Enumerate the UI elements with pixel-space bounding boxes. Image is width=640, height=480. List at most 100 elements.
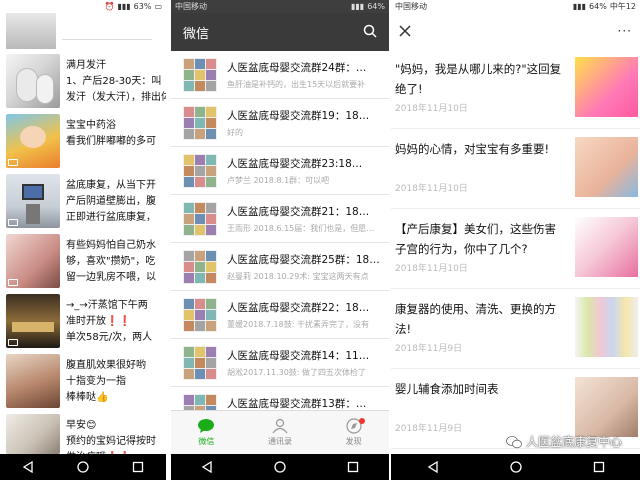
moment-post[interactable]: 腹直肌效果很好哟 十指变为一指 棒棒哒👍 <box>0 352 166 410</box>
article-date: 2018年11月9日 <box>395 424 463 434</box>
group-avatar <box>183 298 217 332</box>
back-button[interactable] <box>21 460 35 474</box>
post-text: 盆底康复，从当下开 产后阴道壁膨出，腹 正即进行盆底康复， <box>66 180 156 223</box>
post-text: 满月发汗 1、产后28-30天：叫 发汗（发大汗），排出体内 <box>66 60 166 103</box>
post-image <box>6 354 60 408</box>
article-list-panel: 中国移动 ▮▮▮ 64% 中午12 ··· "妈妈，我是从哪儿来的?"这回复绝了… <box>391 0 640 480</box>
chat-last-message: 鱼肝油是补钙的，出生15天以后就要补 <box>227 80 366 89</box>
article-title: 婴儿辅食添加时间表 <box>395 382 499 396</box>
article-item[interactable]: 妈妈的心情，对宝宝有多重要! 2018年11月10日 <box>391 129 640 209</box>
chat-row[interactable]: 人医盆底母婴交流群24群：… 鱼肝油是补钙的，出生15天以后就要补 <box>171 51 389 99</box>
video-icon <box>8 159 18 166</box>
home-button[interactable] <box>509 460 523 474</box>
contacts-icon <box>272 418 288 434</box>
video-icon <box>8 219 18 226</box>
close-icon[interactable] <box>399 22 411 41</box>
article-date: 2018年11月10日 <box>395 264 468 274</box>
moment-post[interactable]: 满月发汗 1、产后28-30天：叫 发汗（发大汗），排出体内 <box>0 52 166 110</box>
moment-post[interactable]: 有些妈妈怕自己奶水 够，喜欢"攒奶"，吃 留一边乳房不喂，以 <box>0 232 166 290</box>
post-text: 宝宝中药浴 看我们胖嘟嘟的多可 <box>66 120 156 147</box>
wechat-chat-list-panel: 中国移动 ▮▮▮ 64% 微信 人医盆底母婴交流群24群：… 鱼肝油是补钙的，出生… <box>171 0 389 480</box>
signal-icon: ▮▮▮ <box>572 2 587 11</box>
article-date: 2018年11月9日 <box>395 344 463 354</box>
group-avatar <box>183 346 217 380</box>
panel-separator <box>166 0 169 480</box>
group-avatar <box>183 202 217 236</box>
tab-contacts[interactable]: 通讯录 <box>268 418 292 447</box>
carrier-label: 中国移动 <box>395 2 427 11</box>
chat-last-message: 董媛2018.7.18鼓: 干扰素弄完了，没有 <box>227 320 369 329</box>
chat-name: 人医盆底母婴交流群14：11… <box>227 350 370 362</box>
divider <box>62 39 152 45</box>
app-header: 微信 <box>171 13 389 51</box>
video-icon <box>8 279 18 286</box>
alarm-icon: ⏰ <box>104 2 115 11</box>
more-options-icon[interactable]: ··· <box>618 24 632 38</box>
moment-post[interactable]: →_→汗蒸馆下午两 准时开放❗❗ 单次58元/次，两人 <box>0 292 166 350</box>
chat-name: 人医盆底母婴交流群13群：… <box>227 398 367 410</box>
video-icon <box>8 339 18 346</box>
post-image <box>6 13 56 49</box>
post-text: →_→汗蒸馆下午两 准时开放❗❗ 单次58元/次，两人 <box>66 300 153 343</box>
tab-discover[interactable]: 发现 <box>345 418 365 447</box>
chat-name: 人医盆底母婴交流群24群：… <box>227 62 367 74</box>
chat-row[interactable]: 人医盆底母婴交流群14：11… 胡淞2017.11.30鼓: 做了四五次体检了 <box>171 339 389 387</box>
article-title: 康复器的使用、清洗、更换的方法! <box>395 302 556 336</box>
wechat-logo-icon <box>506 435 522 448</box>
back-button[interactable] <box>200 460 214 474</box>
signal-icon: ▮▮▮ <box>351 2 365 11</box>
chat-name: 人医盆底母婴交流群22：18… <box>227 302 370 314</box>
article-title: "妈妈，我是从哪儿来的?"这回复绝了! <box>395 62 562 96</box>
watermark: 人医盆底康复中心 <box>506 433 622 450</box>
article-thumbnail <box>575 377 638 437</box>
notification-dot <box>358 418 365 424</box>
recents-button[interactable] <box>592 460 606 474</box>
chat-last-message: 胡淞2017.11.30鼓: 做了四五次体检了 <box>227 368 367 377</box>
chat-row[interactable]: 人医盆底母婴交流群19：18… 好的 <box>171 99 389 147</box>
status-bar: 中国移动 ▮▮▮ 64% 中午12 <box>391 0 640 13</box>
chat-row[interactable]: 人医盆底母婴交流群25群：18… 赵曼莉 2018.10.29术: 宝宝这两天有点 <box>171 243 389 291</box>
post-text: 有些妈妈怕自己奶水 够，喜欢"攒奶"，吃 留一边乳房不喂，以 <box>66 240 156 283</box>
recents-button[interactable] <box>346 460 360 474</box>
moment-post[interactable]: 盆底康复，从当下开 产后阴道壁膨出，腹 正即进行盆底康复， <box>0 172 166 230</box>
android-nav-bar <box>391 454 640 480</box>
group-avatar <box>183 250 217 284</box>
article-date: 2018年11月10日 <box>395 104 468 114</box>
article-item[interactable]: 康复器的使用、清洗、更换的方法! 2018年11月9日 <box>391 289 640 369</box>
chat-name: 人医盆底母婴交流群21：18… <box>227 206 370 218</box>
article-thumbnail <box>575 137 638 197</box>
home-button[interactable] <box>273 460 287 474</box>
article-thumbnail <box>575 57 638 117</box>
post-image <box>6 414 60 454</box>
recents-button[interactable] <box>131 460 145 474</box>
chat-row[interactable]: 人医盆底母婴交流群22：18… 董媛2018.7.18鼓: 干扰素弄完了，没有 <box>171 291 389 339</box>
search-icon[interactable] <box>363 23 377 42</box>
chat-row[interactable]: 人医盆底母婴交流群21：18… 王雨形 2018.6.15届：我们也是，但愿… <box>171 195 389 243</box>
group-avatar <box>183 58 217 92</box>
chat-last-message: 好的 <box>227 128 243 137</box>
moment-post[interactable]: 宝宝中药浴 看我们胖嘟嘟的多可 <box>0 112 166 170</box>
battery-level: 63% <box>133 2 152 11</box>
back-button[interactable] <box>426 460 440 474</box>
carrier-label: 中国移动 <box>175 2 207 11</box>
status-bar: ⏰ ▮▮▮ 63% ▭ <box>0 0 166 13</box>
group-avatar <box>183 154 217 188</box>
partial-post <box>0 13 166 49</box>
post-text: 腹直肌效果很好哟 十指变为一指 棒棒哒👍 <box>66 360 146 403</box>
status-bar: 中国移动 ▮▮▮ 64% <box>171 0 389 13</box>
chat-row[interactable]: 人医盆底母婴交流群23:18… 卢梦兰 2018.8.1群：可以吧 <box>171 147 389 195</box>
post-image <box>6 54 60 108</box>
article-title: 妈妈的心情，对宝宝有多重要! <box>395 142 550 156</box>
clock: 中午12 <box>609 2 636 11</box>
app-title: 微信 <box>183 26 210 42</box>
article-item[interactable]: "妈妈，我是从哪儿来的?"这回复绝了! 2018年11月10日 <box>391 49 640 129</box>
android-nav-bar <box>0 454 166 480</box>
battery-icon: ▭ <box>154 2 162 11</box>
home-button[interactable] <box>76 460 90 474</box>
tab-chats[interactable]: 微信 <box>197 418 215 447</box>
article-item[interactable]: 【产后康复】美女们，这些伤害子宫的行为，你中了几个? 2018年11月10日 <box>391 209 640 289</box>
battery-level: 64% <box>589 2 607 11</box>
article-header: ··· <box>391 13 640 49</box>
article-thumbnail <box>575 217 638 277</box>
chat-name: 人医盆底母婴交流群23:18… <box>227 158 363 170</box>
